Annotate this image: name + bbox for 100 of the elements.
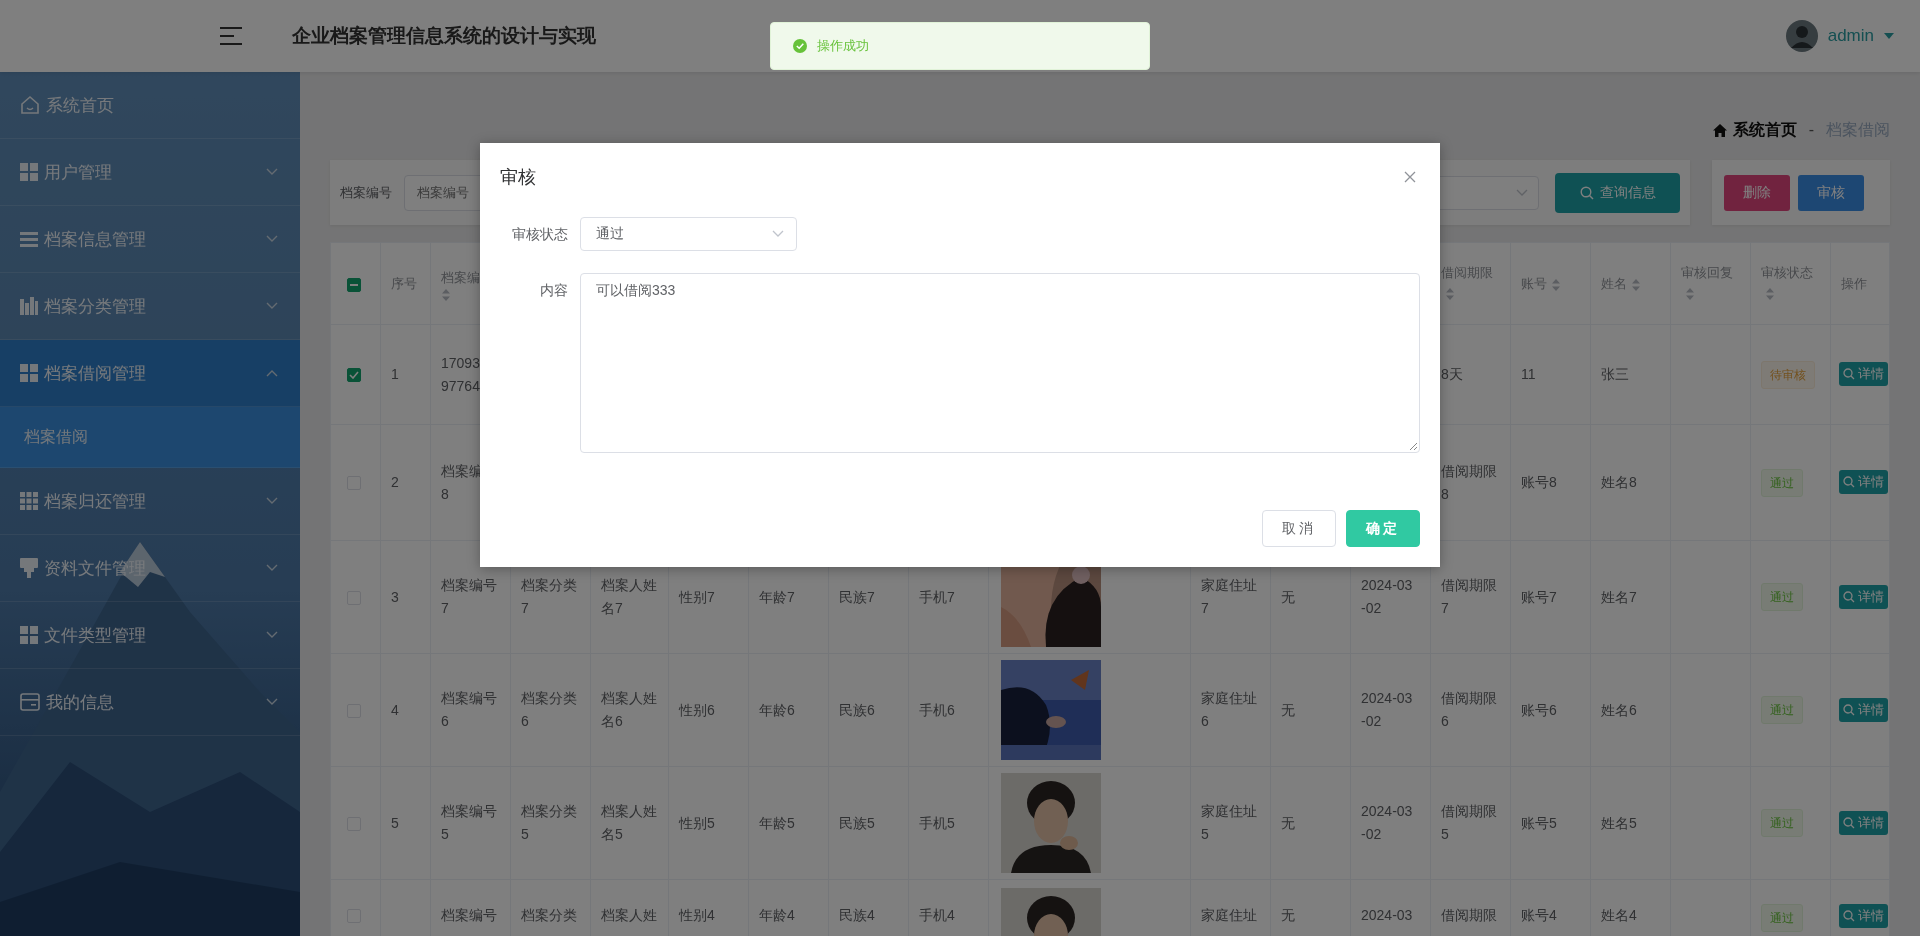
table-cell: 档案分类5 <box>521 803 577 842</box>
avatar[interactable] <box>1785 20 1818 52</box>
table-cell: 账号7 <box>1521 588 1557 605</box>
detail-button[interactable]: 详情 <box>1839 904 1888 928</box>
table-cell: 借阅期限6 <box>1441 690 1497 729</box>
chevron-icon <box>266 369 278 377</box>
minus-icon <box>350 283 358 286</box>
table-cell: 姓名5 <box>1601 814 1637 831</box>
table-cell: 手机5 <box>919 814 955 831</box>
search-button[interactable]: 查询信息 <box>1555 172 1680 213</box>
field-label: 内容 <box>539 281 569 300</box>
table-cell: 4 <box>391 701 399 718</box>
sort-icon[interactable] <box>1445 286 1455 301</box>
status-tag: 通过 <box>1761 468 1803 497</box>
table-cell: 民族4 <box>839 907 875 923</box>
close-icon[interactable] <box>1404 171 1416 183</box>
home-icon <box>1712 123 1727 137</box>
table-cell: 无 <box>1281 814 1295 831</box>
table-cell: 借阅期限 <box>1441 907 1497 923</box>
grid-icon <box>20 626 38 644</box>
sort-icon[interactable] <box>1685 286 1695 301</box>
user-menu[interactable]: admin <box>1827 26 1874 46</box>
detail-button[interactable]: 详情 <box>1839 810 1888 835</box>
chevron-icon <box>266 631 278 639</box>
status-tag: 待审核 <box>1761 360 1815 389</box>
detail-button[interactable]: 详情 <box>1839 362 1888 386</box>
chevron-icon <box>772 230 784 238</box>
table-cell: 档案人姓 <box>601 907 657 923</box>
field-label: 档案编号 <box>340 183 392 202</box>
menu-item[interactable]: 档案借阅管理 <box>0 340 300 407</box>
table-cell: 年龄6 <box>759 701 795 718</box>
caret-icon[interactable] <box>1884 33 1894 39</box>
table-cell: 5 <box>391 814 399 831</box>
text-area[interactable]: 可以借阅333 <box>580 273 1420 453</box>
action-button[interactable]: 删除 <box>1724 174 1790 211</box>
sort-icon[interactable] <box>1765 286 1775 301</box>
chevron-icon <box>266 564 278 572</box>
table-cell: 档案编号6 <box>441 690 497 729</box>
table-cell: 家庭住址5 <box>1201 803 1257 842</box>
detail-button[interactable]: 详情 <box>1839 470 1888 494</box>
dialog-button[interactable]: 取消 <box>1262 510 1336 547</box>
menu-icon[interactable] <box>220 26 244 46</box>
table-cell: 8天 <box>1441 366 1463 382</box>
sort-icon[interactable] <box>1631 277 1641 292</box>
grid-icon <box>20 364 38 382</box>
breadcrumb-separator: - <box>1808 121 1814 139</box>
submenu-item[interactable]: 档案借阅 <box>0 407 300 468</box>
breadcrumb-item[interactable]: 系统首页 <box>1732 119 1797 141</box>
table-cell: 无 <box>1281 588 1295 605</box>
table-cell: 档案分类6 <box>521 690 577 729</box>
resize-handle-icon[interactable] <box>1409 442 1417 450</box>
detail-button[interactable]: 详情 <box>1839 697 1888 722</box>
chevron-icon <box>266 235 278 243</box>
search-icon <box>1843 703 1855 716</box>
table-cell: 档案人姓名5 <box>601 803 657 842</box>
search-icon <box>1843 368 1855 380</box>
table-cell: 性别5 <box>679 814 715 831</box>
search-icon <box>1843 476 1855 488</box>
table-cell-text: 2024-03-02 <box>1361 802 1414 844</box>
table-cell-text: 2024-03 <box>1361 906 1414 925</box>
table-cell: 姓名6 <box>1601 701 1637 718</box>
table-cell: 手机4 <box>919 907 955 923</box>
table-cell: 性别6 <box>679 701 715 718</box>
table-cell: 家庭住址7 <box>1201 577 1257 616</box>
table-cell: 档案编号 <box>441 907 497 923</box>
table-cell: 性别4 <box>679 907 715 923</box>
table-cell: 无 <box>1281 701 1295 718</box>
status-tag: 通过 <box>1761 696 1803 724</box>
check-circle-icon <box>793 39 807 53</box>
bar-chart-icon <box>20 297 38 315</box>
table-cell: 民族5 <box>839 814 875 831</box>
search-icon <box>1843 816 1855 829</box>
select-all-checkbox[interactable] <box>347 277 361 292</box>
table-cell: 姓名8 <box>1601 474 1637 490</box>
field-label: 审核状态 <box>511 225 569 244</box>
toast: 操作成功 <box>770 22 1150 70</box>
table-cell: 年龄5 <box>759 814 795 831</box>
table-cell: 性别7 <box>679 588 715 605</box>
select-field[interactable]: 通过 <box>580 217 797 251</box>
table-cell: 档案编号7 <box>441 577 497 616</box>
check-icon <box>349 371 359 380</box>
table-cell: 民族6 <box>839 701 875 718</box>
table-cell-text: 2024-03-02 <box>1361 576 1414 618</box>
dialog-button[interactable]: 确定 <box>1346 510 1420 547</box>
row-checkbox[interactable] <box>347 368 361 383</box>
table-cell: 年龄7 <box>759 588 795 605</box>
sort-icon[interactable] <box>441 287 451 302</box>
table-cell: 账号8 <box>1521 474 1557 490</box>
sort-icon[interactable] <box>1551 277 1561 292</box>
chevron-icon <box>266 698 278 706</box>
table-cell: 借阅期限8 <box>1441 462 1497 502</box>
chevron-icon <box>266 497 278 505</box>
detail-button[interactable]: 详情 <box>1839 584 1888 609</box>
table-cell: 家庭住址6 <box>1201 690 1257 729</box>
table-cell: 账号5 <box>1521 814 1557 831</box>
table-cell: 1 <box>391 366 399 382</box>
chevron-icon <box>266 302 278 310</box>
search-icon <box>1843 590 1855 603</box>
table-cell: 借阅期限7 <box>1441 577 1497 616</box>
action-button[interactable]: 审核 <box>1798 174 1864 211</box>
